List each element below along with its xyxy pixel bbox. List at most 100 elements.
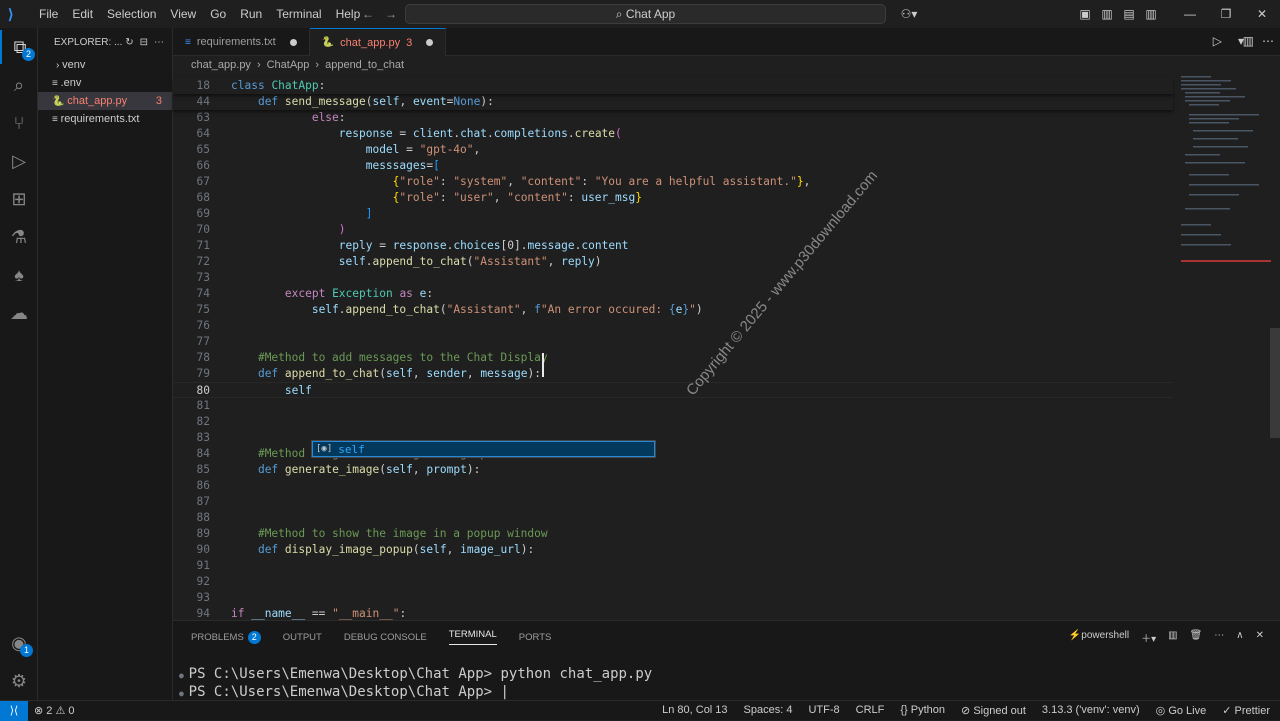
copilot-icon[interactable]: ⚇▾	[894, 7, 924, 21]
code-line: 63 else:	[173, 110, 1173, 126]
go-live-button[interactable]: ◎ Go Live	[1156, 704, 1207, 717]
account-status[interactable]: ⊘ Signed out	[961, 704, 1026, 717]
terminal-shell-label[interactable]: ⚡powershell	[1069, 630, 1129, 645]
code-line: 89 #Method to show the image in a popup …	[173, 526, 1173, 542]
remote-indicator-icon[interactable]: ⟩⟨	[0, 700, 28, 721]
panel-tab-ports[interactable]: PORTS	[519, 632, 552, 643]
search-icon[interactable]: ⌕	[0, 68, 38, 102]
file-tree-item[interactable]: ≡ .env	[38, 74, 172, 92]
split-terminal-icon[interactable]: ▥	[1168, 630, 1177, 645]
vscode-logo-icon: ⟩	[8, 6, 14, 22]
shell-name: powershell	[1081, 630, 1130, 641]
file-tree-label: requirements.txt	[60, 113, 140, 125]
editor-more-icon[interactable]: ⋯	[1262, 34, 1274, 48]
panel-tab-output[interactable]: OUTPUT	[283, 632, 322, 643]
language-mode[interactable]: {} Python	[900, 704, 945, 717]
kill-terminal-icon[interactable]: 🗑	[1190, 630, 1203, 645]
code-line: 68 {"role": "user", "content": user_msg}	[173, 190, 1173, 206]
mongodb-icon[interactable]: ♠	[0, 258, 38, 292]
panel-more-icon[interactable]: ⋯	[1214, 630, 1224, 645]
code-line: 85 def generate_image(self, prompt):	[173, 462, 1173, 478]
panel-tab-problems[interactable]: PROBLEMS 2	[191, 630, 261, 644]
new-terminal-icon[interactable]: ＋▾	[1141, 630, 1156, 645]
line-number: 77	[196, 335, 210, 348]
file-tree-item[interactable]: › venv	[38, 56, 172, 74]
run-python-icon[interactable]: ▷	[1213, 34, 1222, 48]
accounts-icon[interactable]: ◉ 1	[0, 626, 38, 660]
terminal[interactable]: ● PS C:\Users\Emenwa\Desktop\Chat App> p…	[173, 665, 1280, 701]
refresh-icon[interactable]: ↻	[125, 37, 133, 48]
terminal-text: PS C:\Users\Emenwa\Desktop\Chat App>	[188, 684, 501, 700]
line-number: 93	[196, 591, 210, 604]
line-number: 75	[196, 303, 210, 316]
terminal-prompt-dot-icon: ●	[179, 671, 189, 680]
testing-icon[interactable]: ⚗	[0, 220, 38, 254]
line-number: 85	[196, 463, 210, 476]
breadcrumb-item[interactable]: ChatApp	[267, 59, 310, 71]
menu-item-view[interactable]: View	[163, 7, 203, 21]
toggle-panel-icon[interactable]: ▤	[1118, 7, 1140, 21]
file-icon: ≡	[52, 114, 61, 125]
toggle-secondary-sidebar-icon[interactable]: ▥	[1140, 7, 1162, 21]
menu-item-terminal[interactable]: Terminal	[269, 7, 328, 21]
minimap[interactable]	[1173, 74, 1280, 620]
explorer-icon[interactable]: ⧉ 2	[0, 30, 38, 64]
python-interpreter[interactable]: 3.13.3 ('venv': venv)	[1042, 704, 1140, 717]
explorer-sidebar: EXPLORER: ... ↻ ⊟ ⋯ › venv ≡ .env 🐍 chat_app…	[38, 28, 173, 700]
more-actions-icon[interactable]: ⋯	[154, 37, 164, 48]
status-bar: ⟩⟨ ⊗ 2 ⚠ 0 Ln 80, Col 13 Spaces: 4 UTF-8…	[0, 700, 1280, 721]
menu-item-go[interactable]: Go	[203, 7, 233, 21]
split-editor-icon[interactable]: ▥	[1243, 34, 1254, 48]
file-tree-item[interactable]: 🐍 chat_app.py 3	[38, 92, 172, 110]
suggestion-item[interactable]: [◉] self	[312, 441, 655, 457]
extensions-icon[interactable]: ⊞	[0, 182, 38, 216]
panel-tab-terminal[interactable]: TERMINAL	[448, 629, 497, 645]
source-control-icon[interactable]: ⑂	[0, 106, 38, 140]
line-ending[interactable]: CRLF	[856, 704, 885, 717]
minimize-icon[interactable]: —	[1172, 7, 1208, 21]
settings-gear-icon[interactable]: ⚙	[0, 664, 38, 698]
code-editor[interactable]: 94 if __name__ == "__main__": 93 92 91 90 def…	[173, 74, 1173, 620]
remote-explorer-icon[interactable]: ☁	[0, 296, 38, 330]
tab-chat_app-py[interactable]: 🐍 chat_app.py 3	[309, 28, 447, 56]
scrollbar-thumb[interactable]	[1270, 328, 1280, 438]
file-icon: ≡	[52, 78, 61, 89]
prettier-status[interactable]: ✓ Prettier	[1222, 704, 1270, 717]
unsaved-dot-icon[interactable]	[426, 39, 434, 46]
breadcrumb-item[interactable]: chat_app.py	[191, 59, 251, 71]
menu-item-selection[interactable]: Selection	[100, 7, 163, 21]
unsaved-dot-icon[interactable]	[289, 38, 297, 46]
cursor-position[interactable]: Ln 80, Col 13	[662, 704, 727, 717]
command-center-search[interactable]: ⌕ Chat App	[405, 4, 886, 24]
back-arrow-icon[interactable]: ←	[362, 7, 374, 21]
layout-icon[interactable]: ▣	[1074, 7, 1096, 21]
indentation[interactable]: Spaces: 4	[744, 704, 793, 717]
file-tree-label: chat_app.py	[67, 95, 128, 107]
close-panel-icon[interactable]: ✕	[1256, 630, 1264, 645]
run-debug-icon[interactable]: ▷	[0, 144, 38, 178]
code-line: 44 def send_message(self, event=None):	[173, 94, 1173, 110]
line-source: self	[284, 384, 312, 397]
panel-tab-debug-console[interactable]: DEBUG CONSOLE	[344, 632, 427, 643]
breadcrumb-item[interactable]: append_to_chat	[325, 59, 404, 71]
tab-requirements-txt[interactable]: ≡ requirements.txt	[173, 28, 310, 56]
forward-arrow-icon[interactable]: →	[385, 7, 397, 21]
menu-item-edit[interactable]: Edit	[65, 7, 100, 21]
maximize-panel-icon[interactable]: ∧	[1236, 630, 1243, 645]
line-number: 63	[196, 111, 210, 124]
line-source: response = client.chat.completions.creat…	[338, 127, 622, 140]
line-number: 91	[196, 559, 210, 572]
menu-item-file[interactable]: File	[32, 7, 65, 21]
problems-status[interactable]: ⊗ 2 ⚠ 0	[34, 704, 75, 717]
collapse-all-icon[interactable]: ⊟	[140, 37, 148, 48]
maximize-icon[interactable]: ❐	[1208, 7, 1244, 21]
toggle-sidebar-icon[interactable]: ▥	[1096, 7, 1118, 21]
file-tree-item[interactable]: ≡ requirements.txt	[38, 110, 172, 128]
close-window-icon[interactable]: ✕	[1244, 7, 1280, 21]
line-number: 68	[196, 191, 210, 204]
line-source: def append_to_chat(self, sender, message…	[257, 367, 541, 380]
file-icon: ≡	[185, 36, 191, 48]
suggestion-widget[interactable]: [◉] self	[311, 440, 656, 458]
encoding[interactable]: UTF-8	[808, 704, 839, 717]
menu-item-run[interactable]: Run	[233, 7, 269, 21]
